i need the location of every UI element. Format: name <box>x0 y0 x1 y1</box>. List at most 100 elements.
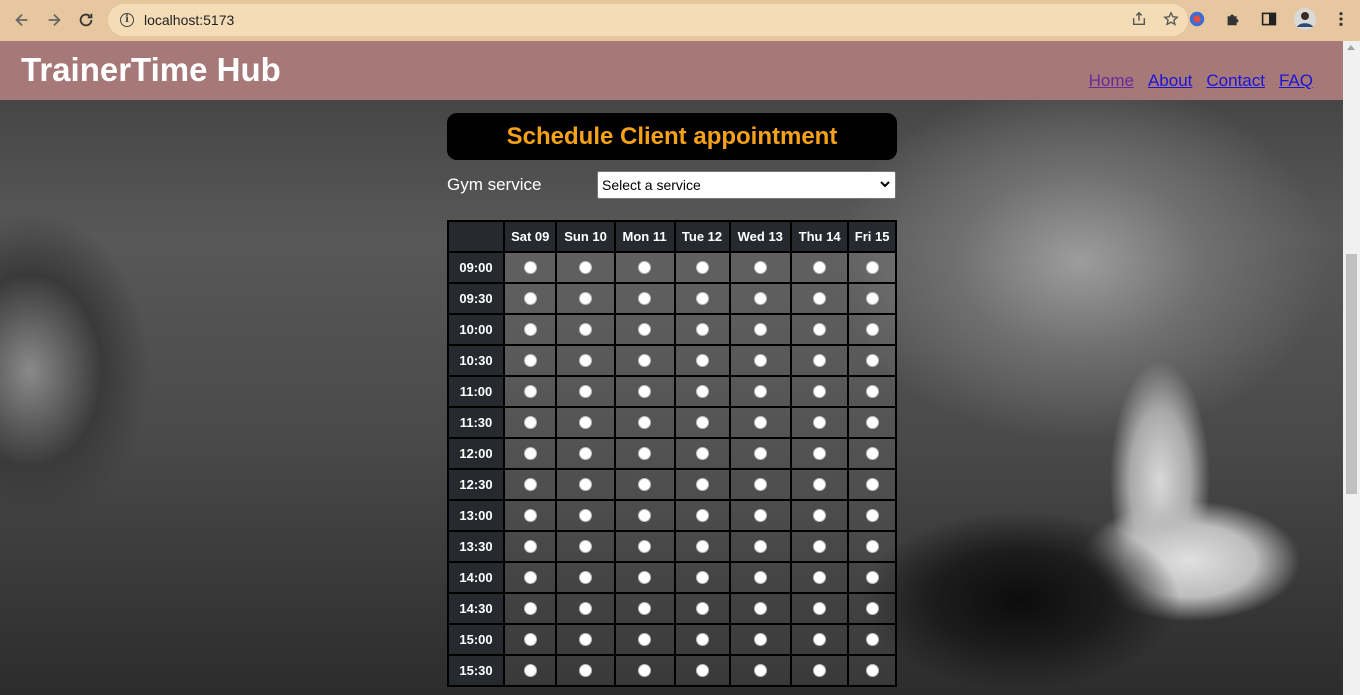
reload-icon[interactable] <box>73 7 99 33</box>
slot-radio[interactable] <box>813 663 827 677</box>
slot-radio[interactable] <box>813 353 827 367</box>
slot-radio[interactable] <box>523 477 537 491</box>
slot-radio[interactable] <box>753 260 767 274</box>
slot-radio[interactable] <box>523 601 537 615</box>
slot-radio[interactable] <box>579 446 593 460</box>
slot-radio[interactable] <box>753 663 767 677</box>
slot-radio[interactable] <box>638 601 652 615</box>
slot-radio[interactable] <box>695 446 709 460</box>
slot-radio[interactable] <box>695 601 709 615</box>
slot-radio[interactable] <box>638 570 652 584</box>
slot-radio[interactable] <box>865 477 879 491</box>
slot-radio[interactable] <box>753 446 767 460</box>
slot-radio[interactable] <box>523 539 537 553</box>
slot-radio[interactable] <box>865 322 879 336</box>
forward-icon[interactable] <box>41 7 67 33</box>
slot-radio[interactable] <box>523 353 537 367</box>
slot-radio[interactable] <box>813 446 827 460</box>
slot-radio[interactable] <box>579 508 593 522</box>
slot-radio[interactable] <box>695 291 709 305</box>
slot-radio[interactable] <box>865 415 879 429</box>
slot-radio[interactable] <box>638 322 652 336</box>
slot-radio[interactable] <box>753 322 767 336</box>
slot-radio[interactable] <box>813 322 827 336</box>
nav-link-home[interactable]: Home <box>1089 71 1134 91</box>
slot-radio[interactable] <box>753 632 767 646</box>
slot-radio[interactable] <box>753 539 767 553</box>
slot-radio[interactable] <box>638 477 652 491</box>
slot-radio[interactable] <box>865 570 879 584</box>
slot-radio[interactable] <box>813 539 827 553</box>
slot-radio[interactable] <box>523 322 537 336</box>
slot-radio[interactable] <box>695 508 709 522</box>
slot-radio[interactable] <box>523 415 537 429</box>
side-panel-icon[interactable] <box>1258 8 1280 30</box>
slot-radio[interactable] <box>523 384 537 398</box>
slot-radio[interactable] <box>695 260 709 274</box>
slot-radio[interactable] <box>579 291 593 305</box>
extension-shield-icon[interactable] <box>1186 8 1208 30</box>
slot-radio[interactable] <box>813 508 827 522</box>
slot-radio[interactable] <box>579 477 593 491</box>
scroll-up-arrow-icon[interactable] <box>1347 45 1355 50</box>
slot-radio[interactable] <box>695 477 709 491</box>
slot-radio[interactable] <box>638 663 652 677</box>
slot-radio[interactable] <box>638 291 652 305</box>
slot-radio[interactable] <box>523 446 537 460</box>
slot-radio[interactable] <box>753 570 767 584</box>
nav-link-about[interactable]: About <box>1148 71 1192 91</box>
slot-radio[interactable] <box>579 601 593 615</box>
slot-radio[interactable] <box>865 632 879 646</box>
slot-radio[interactable] <box>813 260 827 274</box>
slot-radio[interactable] <box>638 508 652 522</box>
extensions-puzzle-icon[interactable] <box>1222 8 1244 30</box>
slot-radio[interactable] <box>865 663 879 677</box>
slot-radio[interactable] <box>865 384 879 398</box>
slot-radio[interactable] <box>813 570 827 584</box>
slot-radio[interactable] <box>753 415 767 429</box>
slot-radio[interactable] <box>813 415 827 429</box>
slot-radio[interactable] <box>638 539 652 553</box>
slot-radio[interactable] <box>695 632 709 646</box>
slot-radio[interactable] <box>753 477 767 491</box>
profile-avatar[interactable] <box>1294 8 1316 30</box>
slot-radio[interactable] <box>865 508 879 522</box>
slot-radio[interactable] <box>695 663 709 677</box>
slot-radio[interactable] <box>523 508 537 522</box>
slot-radio[interactable] <box>813 632 827 646</box>
slot-radio[interactable] <box>695 415 709 429</box>
page-scrollbar[interactable] <box>1343 41 1360 695</box>
slot-radio[interactable] <box>695 539 709 553</box>
site-info-icon[interactable]: i <box>120 13 134 27</box>
slot-radio[interactable] <box>753 291 767 305</box>
slot-radio[interactable] <box>865 353 879 367</box>
slot-radio[interactable] <box>865 446 879 460</box>
address-bar[interactable]: i localhost:5173 <box>108 4 1188 36</box>
slot-radio[interactable] <box>523 291 537 305</box>
brand-logo-text[interactable]: TrainerTime Hub <box>21 51 281 89</box>
slot-radio[interactable] <box>753 601 767 615</box>
slot-radio[interactable] <box>579 353 593 367</box>
slot-radio[interactable] <box>813 601 827 615</box>
slot-radio[interactable] <box>638 415 652 429</box>
slot-radio[interactable] <box>638 384 652 398</box>
slot-radio[interactable] <box>579 539 593 553</box>
share-icon[interactable] <box>1130 10 1148 28</box>
slot-radio[interactable] <box>695 322 709 336</box>
slot-radio[interactable] <box>579 570 593 584</box>
nav-link-contact[interactable]: Contact <box>1206 71 1265 91</box>
slot-radio[interactable] <box>523 260 537 274</box>
slot-radio[interactable] <box>813 291 827 305</box>
slot-radio[interactable] <box>865 260 879 274</box>
slot-radio[interactable] <box>865 539 879 553</box>
scrollbar-thumb[interactable] <box>1346 254 1357 494</box>
slot-radio[interactable] <box>579 415 593 429</box>
slot-radio[interactable] <box>579 260 593 274</box>
slot-radio[interactable] <box>753 353 767 367</box>
slot-radio[interactable] <box>638 446 652 460</box>
slot-radio[interactable] <box>523 570 537 584</box>
slot-radio[interactable] <box>753 508 767 522</box>
bookmark-star-icon[interactable] <box>1162 10 1180 28</box>
slot-radio[interactable] <box>695 570 709 584</box>
slot-radio[interactable] <box>523 663 537 677</box>
